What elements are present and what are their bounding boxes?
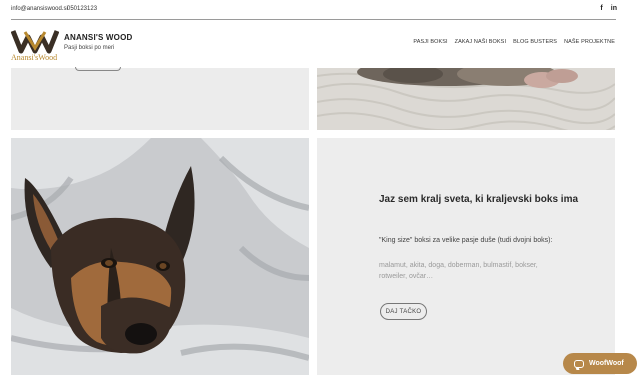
site-header: Anansi'sWood ANANSI'S WOOD Pasji boksi p…	[0, 20, 640, 68]
nav-item-nase-projektne[interactable]: NAŠE PROJEKTNE	[564, 39, 615, 45]
contact-email[interactable]: info@anansiswood.si	[11, 6, 68, 12]
main-nav: PASJI BOKSI ZAKAJ NAŠI BOKSI BLOG BUSTER…	[413, 39, 615, 45]
linkedin-icon[interactable]: in	[611, 5, 617, 12]
top-bar: info@anansiswood.si 050123123 f in	[0, 0, 640, 20]
chat-widget-button[interactable]: WoofWoof	[563, 353, 637, 374]
facebook-icon[interactable]: f	[600, 5, 602, 12]
social-links: f in	[600, 5, 617, 12]
nav-item-blog-busters[interactable]: BLOG BUSTERS	[513, 39, 557, 45]
dog-paws-photo	[317, 68, 615, 130]
logo-text: Anansi'sWood	[11, 53, 58, 62]
german-shepherd-photo	[11, 138, 309, 375]
panel-breeds: malamut, akita, doga, doberman, bulmasti…	[379, 262, 538, 280]
chat-label: WoofWoof	[589, 360, 624, 367]
nav-item-pasji-boksi[interactable]: PASJI BOKSI	[413, 39, 447, 45]
king-size-info-panel: Jaz sem kralj sveta, ki kraljevski boks …	[317, 138, 615, 375]
brand-name: ANANSI'S WOOD	[64, 33, 133, 42]
logo-w-icon	[10, 30, 60, 54]
chat-bubble-icon	[574, 359, 584, 368]
dog-photo-top	[317, 68, 615, 130]
cut-off-button[interactable]	[75, 67, 121, 71]
dog-photo-shepherd	[11, 138, 309, 375]
product-tile-top-left	[11, 67, 309, 130]
nav-item-zakaj-nasi-boksi[interactable]: ZAKAJ NAŠI BOKSI	[455, 39, 506, 45]
contact-phone[interactable]: 050123123	[67, 6, 97, 12]
brand-tagline: Pasji boksi po meri	[64, 45, 115, 51]
panel-title: Jaz sem kralj sveta, ki kraljevski boks …	[379, 194, 579, 205]
brand-logo[interactable]: Anansi'sWood	[10, 28, 60, 64]
daj-tacko-button[interactable]: DAJ TAČKO	[380, 303, 427, 320]
panel-description: "King size" boksi za velike pasje duše (…	[379, 237, 553, 244]
